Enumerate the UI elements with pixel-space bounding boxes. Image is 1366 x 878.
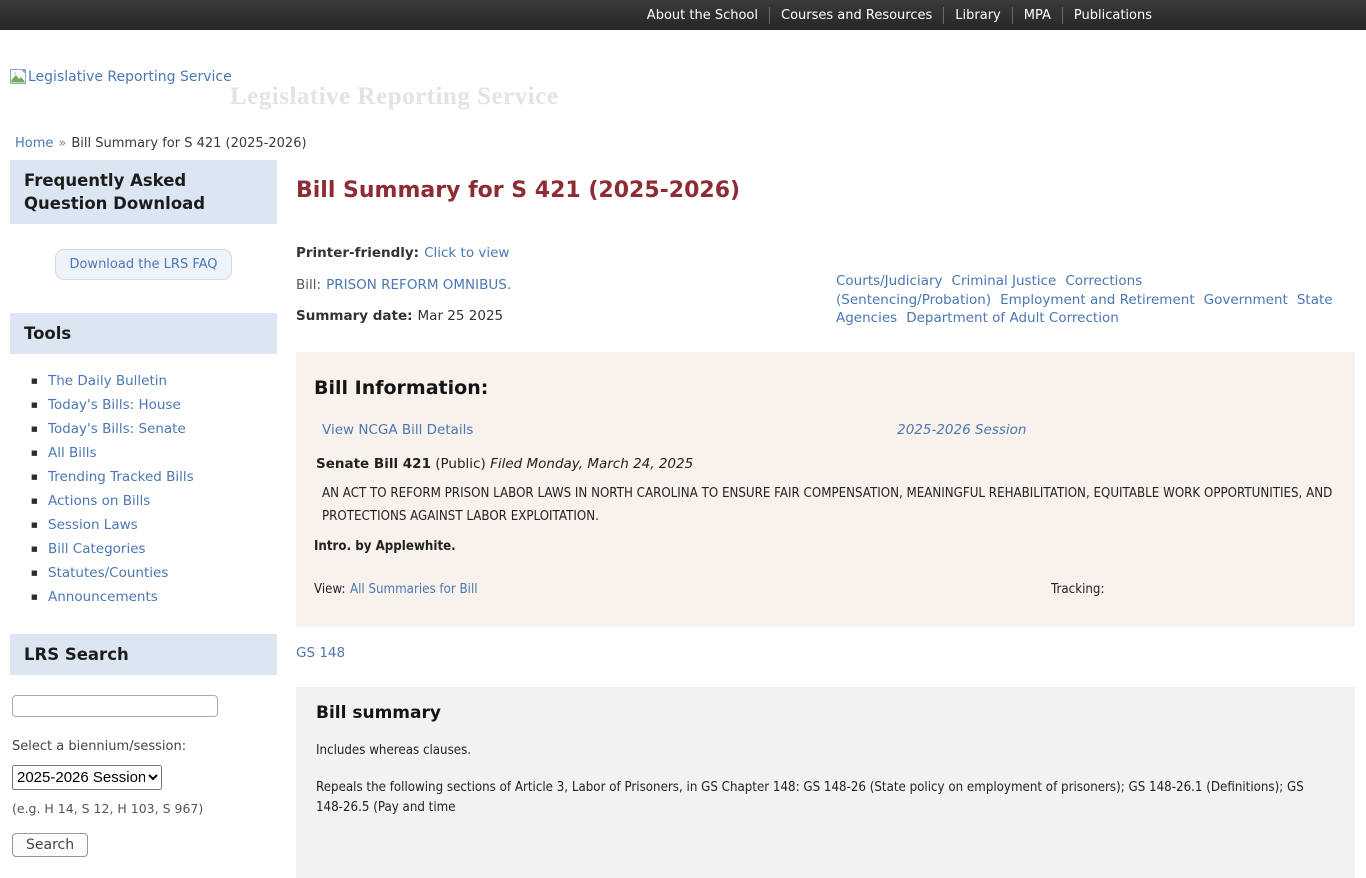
top-bar: About the SchoolCourses and ResourcesLib… bbox=[0, 0, 1366, 30]
bill-summary-box: Bill summary Includes whereas clauses. R… bbox=[296, 687, 1355, 878]
act-title: AN ACT TO REFORM PRISON LABOR LAWS IN NO… bbox=[322, 482, 1339, 528]
ncga-bill-details-link[interactable]: View NCGA Bill Details bbox=[322, 422, 473, 438]
bill-label: Bill: bbox=[296, 277, 321, 293]
broken-image-icon bbox=[10, 68, 27, 85]
bill-summary-paragraph: Includes whereas clauses. bbox=[316, 740, 1329, 760]
list-item: Today's Bills: Senate bbox=[31, 421, 277, 437]
faq-section-title: Frequently Asked Question Download bbox=[10, 160, 277, 224]
tools-link[interactable]: Trending Tracked Bills bbox=[48, 469, 194, 485]
tools-link[interactable]: Bill Categories bbox=[48, 541, 146, 557]
list-item: Session Laws bbox=[31, 517, 277, 533]
tools-list: The Daily Bulletin Today's Bills: House To… bbox=[10, 373, 277, 605]
breadcrumb-home-link[interactable]: Home bbox=[15, 136, 53, 151]
search-input[interactable] bbox=[12, 695, 218, 717]
list-item: Today's Bills: House bbox=[31, 397, 277, 413]
breadcrumb-current: Bill Summary for S 421 (2025-2026) bbox=[71, 136, 306, 151]
tools-link[interactable]: Announcements bbox=[48, 589, 158, 605]
top-navigation: About the SchoolCourses and ResourcesLib… bbox=[636, 7, 1163, 24]
session-link[interactable]: 2025-2026 Session bbox=[897, 422, 1026, 438]
tools-link[interactable]: Session Laws bbox=[48, 517, 138, 533]
sidebar: Frequently Asked Question Download Downl… bbox=[10, 158, 277, 871]
bill-summary-title: Bill summary bbox=[316, 703, 1335, 723]
lrs-search-form: Select a biennium/session: 2025-2026 Ses… bbox=[10, 675, 277, 871]
summary-date-label: Summary date: bbox=[296, 308, 413, 324]
list-item: The Daily Bulletin bbox=[31, 373, 277, 389]
page-header: Legislative Reporting Service Legislativ… bbox=[0, 30, 1366, 130]
category-link[interactable]: Courts/Judiciary bbox=[836, 273, 943, 289]
view-label: View: bbox=[314, 581, 346, 597]
list-item: All Bills bbox=[31, 445, 277, 461]
session-select[interactable]: 2025-2026 Session bbox=[12, 765, 162, 790]
list-item: Trending Tracked Bills bbox=[31, 469, 277, 485]
category-link[interactable]: Employment and Retirement bbox=[1000, 292, 1195, 308]
search-section-title: LRS Search bbox=[10, 634, 277, 675]
tools-link[interactable]: Today's Bills: House bbox=[48, 397, 181, 413]
site-logo-link[interactable]: Legislative Reporting Service bbox=[10, 68, 232, 85]
list-item: Statutes/Counties bbox=[31, 565, 277, 581]
breadcrumb: Home » Bill Summary for S 421 (2025-2026) bbox=[0, 130, 1366, 158]
top-nav-link[interactable]: Library bbox=[943, 7, 1011, 24]
top-nav-link[interactable]: MPA bbox=[1012, 7, 1062, 24]
breadcrumb-separator: » bbox=[58, 136, 66, 151]
bill-type: (Public) bbox=[435, 456, 486, 472]
bill-summary-paragraph: Repeals the following sections of Articl… bbox=[316, 777, 1329, 818]
intro-by: Intro. by Applewhite. bbox=[314, 538, 1331, 554]
category-links: Courts/JudiciaryCriminal JusticeCorrecti… bbox=[836, 272, 1355, 328]
session-select-label: Select a biennium/session: bbox=[12, 739, 277, 754]
site-logo-text: Legislative Reporting Service bbox=[28, 69, 232, 85]
search-hint: (e.g. H 14, S 12, H 103, S 967) bbox=[12, 801, 277, 816]
top-nav-link[interactable]: Publications bbox=[1062, 7, 1163, 24]
bill-number: Senate Bill 421 bbox=[316, 456, 431, 472]
list-item: Bill Categories bbox=[31, 541, 277, 557]
printer-friendly-link[interactable]: Click to view bbox=[424, 245, 509, 261]
statute-link[interactable]: GS 148 bbox=[296, 645, 345, 661]
printer-friendly-label: Printer-friendly: bbox=[296, 245, 419, 261]
search-button[interactable]: Search bbox=[12, 833, 88, 857]
download-faq-button[interactable]: Download the LRS FAQ bbox=[55, 249, 231, 280]
tools-link[interactable]: All Bills bbox=[48, 445, 97, 461]
tools-link[interactable]: Statutes/Counties bbox=[48, 565, 168, 581]
list-item: Announcements bbox=[31, 589, 277, 605]
top-nav-link[interactable]: About the School bbox=[636, 7, 769, 24]
category-link[interactable]: Department of Adult Correction bbox=[906, 310, 1119, 326]
list-item: Actions on Bills bbox=[31, 493, 277, 509]
tools-link[interactable]: Today's Bills: Senate bbox=[48, 421, 186, 437]
bill-title-link[interactable]: PRISON REFORM OMNIBUS. bbox=[326, 277, 511, 293]
summary-date-value: Mar 25 2025 bbox=[418, 308, 504, 324]
top-nav-link[interactable]: Courses and Resources bbox=[769, 7, 943, 24]
tools-section-title: Tools bbox=[10, 313, 277, 354]
tools-link[interactable]: The Daily Bulletin bbox=[48, 373, 167, 389]
bill-filed-date: Filed Monday, March 24, 2025 bbox=[490, 456, 693, 472]
bill-information-box: Bill Information: View NCGA Bill Details… bbox=[296, 352, 1355, 627]
category-link[interactable]: Criminal Justice bbox=[952, 273, 1057, 289]
all-summaries-link[interactable]: All Summaries for Bill bbox=[350, 581, 478, 597]
tools-link[interactable]: Actions on Bills bbox=[48, 493, 150, 509]
category-link[interactable]: Government bbox=[1204, 292, 1288, 308]
header-watermark: Legislative Reporting Service bbox=[230, 83, 558, 111]
tracking-label: Tracking: bbox=[1051, 581, 1104, 597]
main-content: Bill Summary for S 421 (2025-2026) Print… bbox=[296, 158, 1355, 878]
bill-information-title: Bill Information: bbox=[314, 377, 1337, 399]
page-title: Bill Summary for S 421 (2025-2026) bbox=[296, 178, 1355, 203]
